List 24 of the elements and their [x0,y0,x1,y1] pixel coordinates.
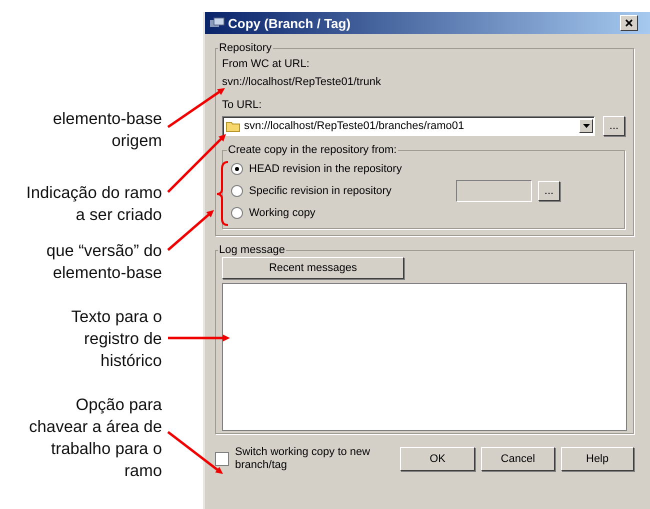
browse-button[interactable]: ... [603,116,625,136]
field-label: To URL: [222,99,263,112]
dialog-button[interactable]: Cancel [481,447,555,471]
group-label: Log message [218,244,286,256]
dialog-button[interactable]: OK [400,447,476,471]
dialog-button[interactable]: Help [560,447,634,471]
group-label: Repository [218,42,273,54]
annotation-text: Opção para chavear a área de trabalho para o ramo [28,395,162,482]
option-label: Working copy [249,206,316,220]
option-label: Specific revision in repository [249,184,392,198]
annotation-text: Indicação do ramo a ser criado [26,183,162,226]
recent-messages-button[interactable]: Recent messages [222,257,404,279]
group-label: Create copy in the repository from: [227,144,398,156]
annotation-text: elemento-base origem [52,109,162,152]
url-combobox[interactable]: svn://localhost/RepTeste01/branches/ramo01 [222,116,595,136]
annotation-text: que “versão” do elemento-base [46,241,162,284]
source-url: svn://localhost/RepTeste01/trunk [222,76,382,89]
url-value: svn://localhost/RepTeste01/branches/ramo01 [244,120,466,132]
browse-button[interactable]: ... [538,181,560,201]
option-label: HEAD revision in the repository [249,162,402,176]
checkbox-label: Switch working copy to new branch/tag [235,446,372,472]
window-title: Copy (Branch / Tag) [228,16,352,30]
field-label: From WC at URL: [222,58,310,71]
annotation-text: Texto para o registro de histórico [71,307,162,372]
